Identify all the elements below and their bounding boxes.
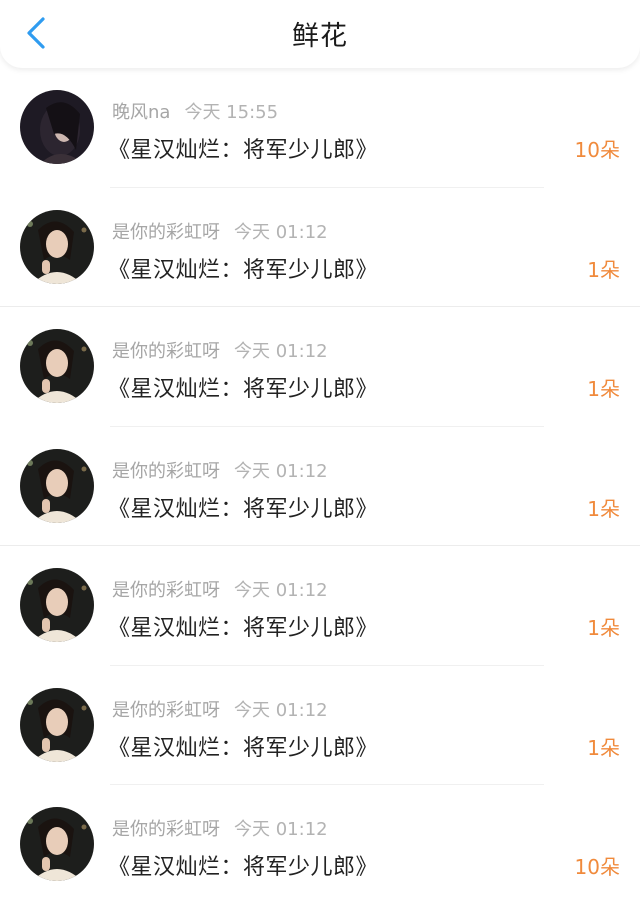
top-bar: 鲜花 [0,0,640,68]
sender-meta: 是你的彩虹呀 今天 01:12 [112,815,328,841]
avatar[interactable] [20,687,94,762]
avatar[interactable] [20,807,94,881]
list-item[interactable]: 是你的彩虹呀 今天 01:12 《星汉灿烂：将军少儿郎》 1朵 [0,307,640,427]
flower-count: 1朵 [587,616,620,640]
send-time: 今天 01:12 [234,460,328,482]
list-item[interactable]: 是你的彩虹呀 今天 01:12 《星汉灿烂：将军少儿郎》 1朵 [0,427,640,546]
avatar[interactable] [20,209,94,284]
flower-count: 1朵 [587,377,620,401]
list-item[interactable]: 是你的彩虹呀 今天 01:12 《星汉灿烂：将军少儿郎》 10朵 [0,785,640,905]
book-title[interactable]: 《星汉灿烂：将军少儿郎》 [108,491,378,523]
book-title[interactable]: 《星汉灿烂：将军少儿郎》 [108,371,378,403]
sender-name[interactable]: 是你的彩虹呀 [112,819,220,840]
sender-name[interactable]: 晚风na [112,102,170,123]
book-title[interactable]: 《星汉灿烂：将军少儿郎》 [108,849,378,881]
book-title[interactable]: 《星汉灿烂：将军少儿郎》 [108,730,378,762]
sender-meta: 晚风na 今天 15:55 [112,98,278,124]
book-title[interactable]: 《星汉灿烂：将军少儿郎》 [108,252,378,284]
avatar[interactable] [20,448,94,523]
sender-name[interactable]: 是你的彩虹呀 [112,700,220,721]
flower-count: 1朵 [587,735,620,760]
sender-meta: 是你的彩虹呀 今天 01:12 [112,337,328,363]
sender-meta: 是你的彩虹呀 今天 01:12 [112,218,328,244]
list-item[interactable]: 是你的彩虹呀 今天 01:12 《星汉灿烂：将军少儿郎》 1朵 [0,546,640,666]
flower-count: 1朵 [587,496,620,521]
sender-name[interactable]: 是你的彩虹呀 [112,341,220,362]
avatar[interactable] [20,90,94,164]
book-title[interactable]: 《星汉灿烂：将军少儿郎》 [108,610,378,642]
send-time: 今天 01:12 [234,699,328,721]
flower-list: 晚风na 今天 15:55 《星汉灿烂：将军少儿郎》 10朵 是你的彩虹呀 今天 0… [0,68,640,905]
send-time: 今天 01:12 [234,221,328,243]
send-time: 今天 15:55 [184,102,279,123]
list-item[interactable]: 晚风na 今天 15:55 《星汉灿烂：将军少儿郎》 10朵 [0,68,640,188]
sender-name[interactable]: 是你的彩虹呀 [112,222,220,243]
send-time: 今天 01:12 [234,580,328,601]
sender-name[interactable]: 是你的彩虹呀 [112,461,220,482]
avatar[interactable] [20,568,94,642]
avatar[interactable] [20,329,94,403]
flower-count: 1朵 [587,257,620,282]
list-item[interactable]: 是你的彩虹呀 今天 01:12 《星汉灿烂：将军少儿郎》 1朵 [0,666,640,785]
sender-meta: 是你的彩虹呀 今天 01:12 [112,457,328,483]
sender-meta: 是你的彩虹呀 今天 01:12 [112,696,328,722]
sender-meta: 是你的彩虹呀 今天 01:12 [112,576,328,602]
flower-count: 10朵 [574,855,620,879]
list-item[interactable]: 是你的彩虹呀 今天 01:12 《星汉灿烂：将军少儿郎》 1朵 [0,188,640,307]
page-title: 鲜花 [292,21,348,52]
sender-name[interactable]: 是你的彩虹呀 [112,580,220,601]
send-time: 今天 01:12 [234,819,328,840]
send-time: 今天 01:12 [234,341,328,362]
book-title[interactable]: 《星汉灿烂：将军少儿郎》 [108,132,378,164]
flower-count: 10朵 [574,138,620,162]
